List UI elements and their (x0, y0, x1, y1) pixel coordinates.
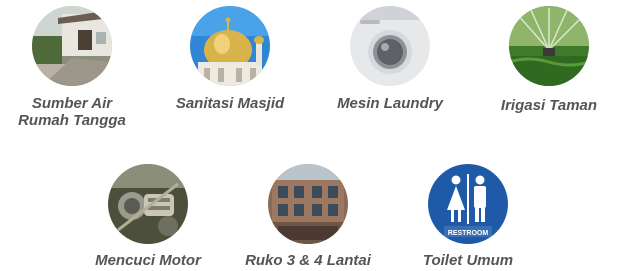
building-photo-icon (268, 164, 348, 244)
motorcycle-engine-photo-icon (108, 164, 188, 244)
usage-label-shophouse: Ruko 3 & 4 Lantai (245, 252, 371, 269)
mosque-dome-photo-icon (190, 6, 270, 86)
usage-label-irrigation: Irigasi Taman (500, 97, 598, 114)
restroom-sign-text: RESTROOM (448, 230, 489, 237)
usage-label-motor: Mencuci Motor (95, 252, 201, 269)
house-photo-icon (32, 6, 112, 86)
sprinkler-photo-icon (509, 6, 589, 86)
usage-label-toilet: Toilet Umum (422, 252, 514, 269)
usage-label-household: Sumber Air Rumah Tangga (18, 95, 126, 129)
usage-label-mosque: Sanitasi Masjid (175, 95, 285, 112)
usage-label-laundry: Mesin Laundry (337, 95, 443, 112)
washing-machine-photo-icon (350, 6, 430, 86)
restroom-sign-icon: RESTROOM (428, 164, 508, 244)
